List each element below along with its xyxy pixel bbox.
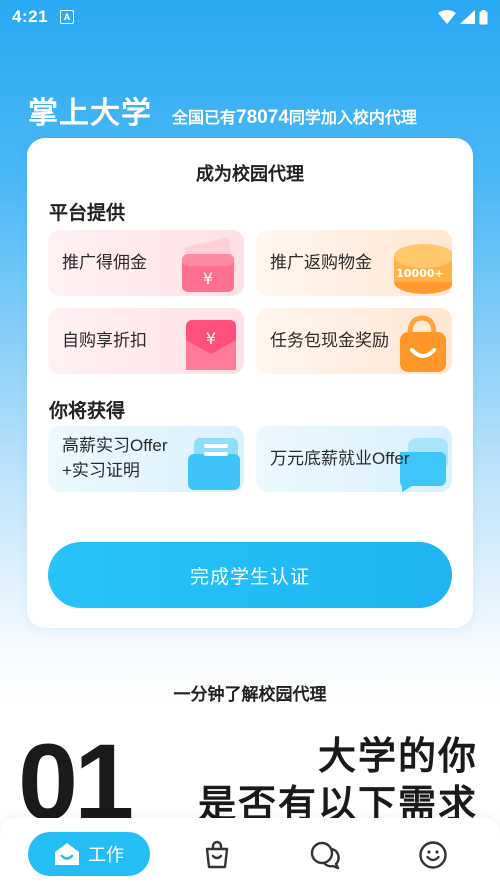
agent-card: 成为校园代理 平台提供 推广得佣金 ¥ 推广返购物金 10000+ 自购享折扣 … xyxy=(27,138,473,628)
tile-label: 高薪实习Offer +实习证明 xyxy=(62,434,167,483)
tile-label: 推广返购物金 xyxy=(270,252,372,272)
tile-label-line2: +实习证明 xyxy=(62,461,140,480)
shopping-bag-icon xyxy=(400,315,446,372)
chat-tab-icon xyxy=(310,841,340,870)
smiley-tab-icon xyxy=(419,841,447,869)
tab-shop[interactable] xyxy=(200,838,234,872)
member-tagline: 全国已有78074同学加入校内代理 xyxy=(172,104,417,129)
certificate-folder-icon xyxy=(188,438,240,490)
bottom-tab-bar: 工作 xyxy=(0,818,500,888)
member-count: 78074 xyxy=(236,107,289,128)
tab-work[interactable]: 工作 xyxy=(28,832,150,876)
tagline-suffix: 同学加入校内代理 xyxy=(288,110,417,127)
status-time: 4:21 xyxy=(12,7,49,26)
complete-student-verification-button[interactable]: 完成学生认证 xyxy=(48,542,452,608)
tab-profile[interactable] xyxy=(416,838,450,872)
status-indicators xyxy=(438,9,488,25)
tile-promote-commission[interactable]: 推广得佣金 ¥ xyxy=(48,230,244,296)
shopping-bag-tab-icon xyxy=(205,840,229,869)
svg-text:¥: ¥ xyxy=(203,269,213,288)
tagline-prefix: 全国已有 xyxy=(172,110,237,127)
tile-label: 任务包现金奖励 xyxy=(270,330,389,350)
red-envelope-icon: ¥ xyxy=(186,320,236,370)
coin-badge-text: 10000+ xyxy=(396,267,444,280)
battery-icon xyxy=(479,9,488,24)
coin-10000-icon: 10000+ xyxy=(394,244,452,294)
tile-label-line1: 高薪实习Offer xyxy=(62,436,168,456)
tile-self-purchase-discount[interactable]: 自购享折扣 ¥ xyxy=(48,308,244,374)
benefit-section-heading: 你将获得 xyxy=(49,401,126,422)
tab-messages[interactable] xyxy=(309,838,343,872)
platform-section-heading: 平台提供 xyxy=(49,203,126,224)
card-title: 成为校园代理 xyxy=(196,164,304,184)
tab-work-label: 工作 xyxy=(88,845,124,865)
tile-label: 推广得佣金 xyxy=(62,252,147,272)
app-title: 掌上大学 xyxy=(28,97,152,130)
notification-a-icon: A xyxy=(60,10,75,24)
tile-internship-offer[interactable]: 高薪实习Offer +实习证明 xyxy=(48,426,244,492)
tile-label: 万元底薪就业Offer xyxy=(270,448,410,468)
tile-promote-rebate[interactable]: 推广返购物金 10000+ xyxy=(256,230,452,296)
signal-icon xyxy=(460,10,475,24)
status-bar: 4:21 A xyxy=(0,0,500,34)
wallet-cash-icon: ¥ xyxy=(182,238,234,292)
wifi-icon xyxy=(438,10,456,24)
tile-task-cash-reward[interactable]: 任务包现金奖励 xyxy=(256,308,452,374)
step-heading: 大学的你 xyxy=(317,736,478,778)
tile-job-offer[interactable]: 万元底薪就业Offer xyxy=(256,426,452,492)
intro-title: 一分钟了解校园代理 xyxy=(173,685,327,704)
work-home-icon xyxy=(55,843,79,865)
svg-text:¥: ¥ xyxy=(206,329,216,348)
tile-label: 自购享折扣 xyxy=(62,330,147,350)
header: 掌上大学 全国已有78074同学加入校内代理 xyxy=(28,88,417,132)
